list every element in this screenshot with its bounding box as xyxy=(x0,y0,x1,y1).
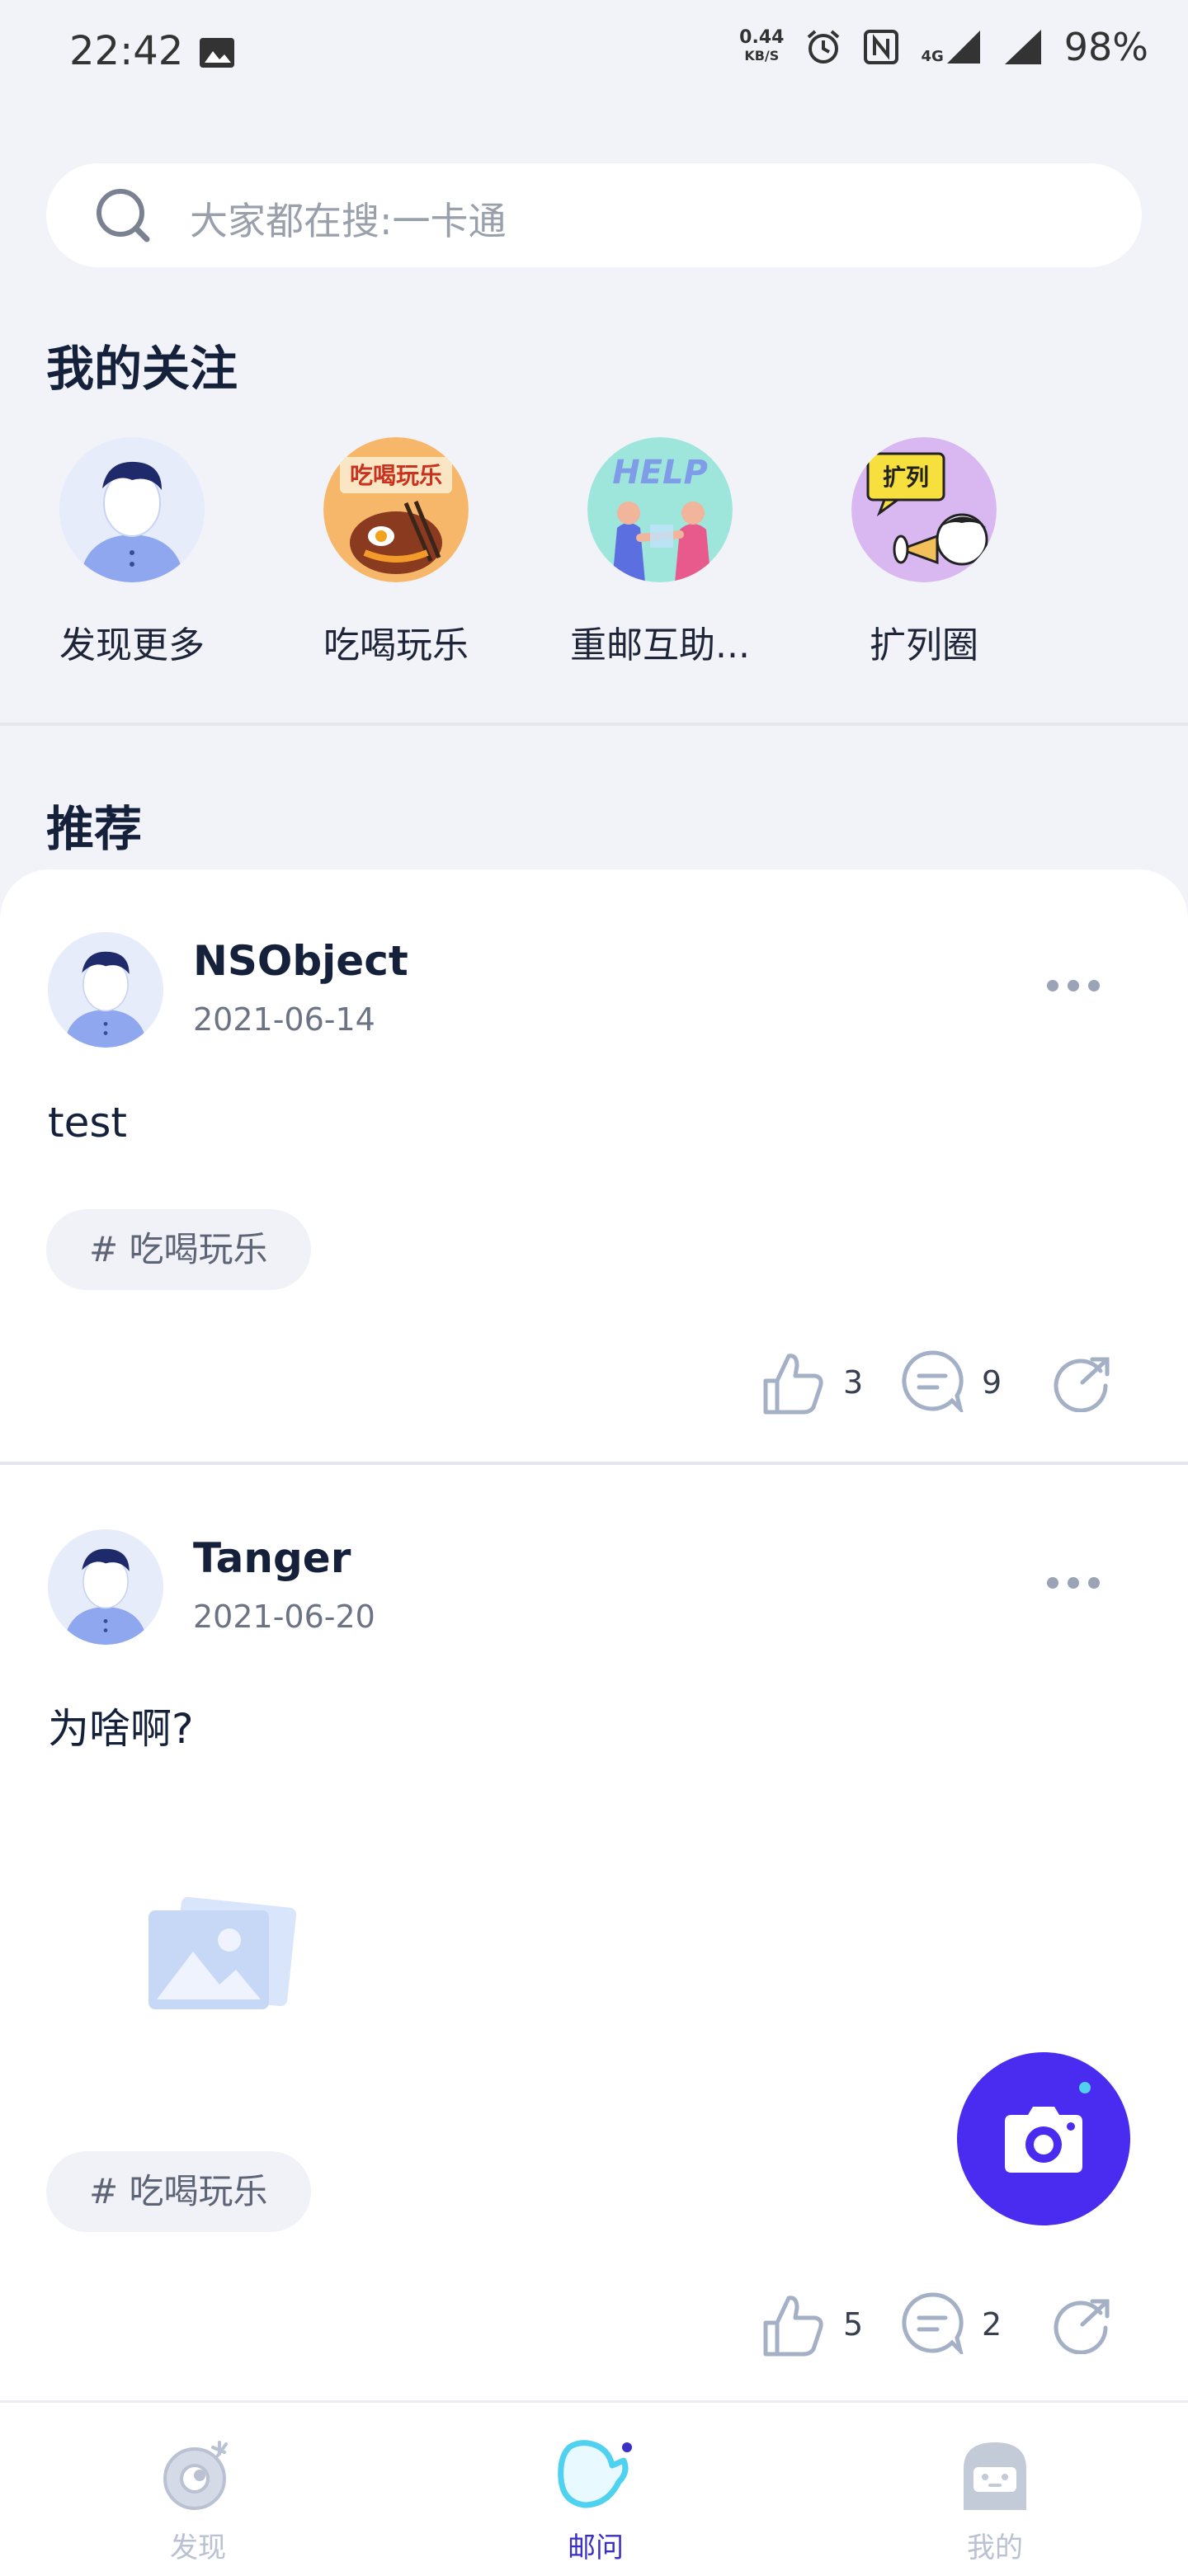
follow-item-label: 吃喝玩乐 xyxy=(323,624,469,666)
post-author[interactable]: Tanger xyxy=(193,1534,351,1582)
follow-item-label: 扩列圈 xyxy=(870,624,978,666)
image-placeholder-icon[interactable] xyxy=(144,1894,299,2018)
share-icon[interactable] xyxy=(1051,1349,1114,1412)
follow-item-label: 重邮互助... xyxy=(570,624,750,666)
search-input[interactable]: 大家都在搜:一卡通 xyxy=(190,191,507,246)
nav-label: 我的 xyxy=(967,2531,1023,2564)
post-date: 2021-06-14 xyxy=(193,1001,375,1038)
bottom-nav: 发现 邮问 我的 xyxy=(0,2400,1188,2576)
gallery-notification-icon xyxy=(200,38,234,68)
food-icon: 吃喝玩乐 xyxy=(323,437,469,582)
search-bar[interactable]: 大家都在搜:一卡通 xyxy=(46,163,1142,267)
like-count: 3 xyxy=(843,1364,864,1401)
more-options-icon[interactable] xyxy=(1044,973,1102,998)
comment-icon[interactable] xyxy=(901,1349,964,1412)
nav-tab-mine[interactable]: 我的 xyxy=(912,2436,1077,2565)
nav-tab-ask[interactable]: 邮问 xyxy=(513,2436,678,2565)
megaphone-icon: 扩列 xyxy=(851,437,997,582)
alarm-icon xyxy=(808,30,840,64)
friends-badge-text: 扩列 xyxy=(883,464,929,491)
like-icon[interactable] xyxy=(757,1348,827,1417)
section-divider xyxy=(0,723,1188,726)
ask-icon xyxy=(558,2440,632,2508)
post-author[interactable]: NSObject xyxy=(193,937,408,985)
comment-icon[interactable] xyxy=(901,2291,964,2354)
like-icon[interactable] xyxy=(757,2290,827,2359)
profile-icon xyxy=(964,2442,1026,2510)
follow-item-label: 发现更多 xyxy=(59,624,205,666)
nfc-icon xyxy=(864,30,899,64)
status-bar: 22:42 0.44 KB/S 4G 98% xyxy=(0,0,1188,99)
post-card[interactable]: NSObject 2021-06-14 test # 吃喝玩乐 3 9 xyxy=(0,869,1188,1462)
nav-label: 发现 xyxy=(170,2531,226,2564)
like-count: 5 xyxy=(843,2306,864,2343)
follow-item-food[interactable]: 吃喝玩乐 吃喝玩乐 xyxy=(293,437,499,668)
following-title: 我的关注 xyxy=(46,341,238,397)
post-tag[interactable]: # 吃喝玩乐 xyxy=(46,2151,311,2232)
comment-count: 2 xyxy=(982,2306,1002,2343)
more-options-icon[interactable] xyxy=(1044,1571,1102,1595)
nav-label: 邮问 xyxy=(568,2531,624,2564)
follow-item-discover[interactable]: 发现更多 xyxy=(29,437,235,668)
help-badge-text: HELP xyxy=(612,454,708,492)
camera-fab-button[interactable] xyxy=(957,2052,1130,2225)
battery-level: 98% xyxy=(1063,25,1148,69)
post-content: 为啥啊? xyxy=(48,1705,194,1753)
net-speed: 0.44 KB/S xyxy=(739,27,785,64)
food-badge-text: 吃喝玩乐 xyxy=(350,462,442,489)
post-card[interactable]: Tanger 2021-06-20 为啥啊? # 吃喝玩乐 5 2 xyxy=(0,1465,1188,2397)
discover-icon xyxy=(163,2441,228,2510)
recommend-title: 推荐 xyxy=(46,801,143,857)
fab-dot xyxy=(1079,2082,1091,2093)
camera-icon xyxy=(1005,2107,1082,2173)
share-icon[interactable] xyxy=(1051,2291,1114,2354)
follow-item-friends[interactable]: 扩列 扩列圈 xyxy=(821,437,1027,668)
post-content: test xyxy=(48,1099,128,1147)
help-icon: HELP xyxy=(587,437,733,582)
follow-item-help[interactable]: HELP 重邮互助... xyxy=(557,437,763,668)
search-icon xyxy=(97,189,150,243)
avatar-icon xyxy=(59,437,205,582)
signal-icon xyxy=(1004,30,1041,64)
post-tag[interactable]: # 吃喝玩乐 xyxy=(46,1209,311,1290)
avatar[interactable] xyxy=(48,932,163,1048)
nav-tab-discover[interactable]: 发现 xyxy=(116,2436,280,2565)
avatar[interactable] xyxy=(48,1529,163,1645)
signal-4g-icon: 4G xyxy=(921,29,981,65)
comment-count: 9 xyxy=(982,1364,1002,1401)
post-date: 2021-06-20 xyxy=(193,1599,375,1635)
status-time: 22:42 xyxy=(69,28,184,74)
status-icons: 0.44 KB/S 4G 98% xyxy=(739,25,1148,69)
